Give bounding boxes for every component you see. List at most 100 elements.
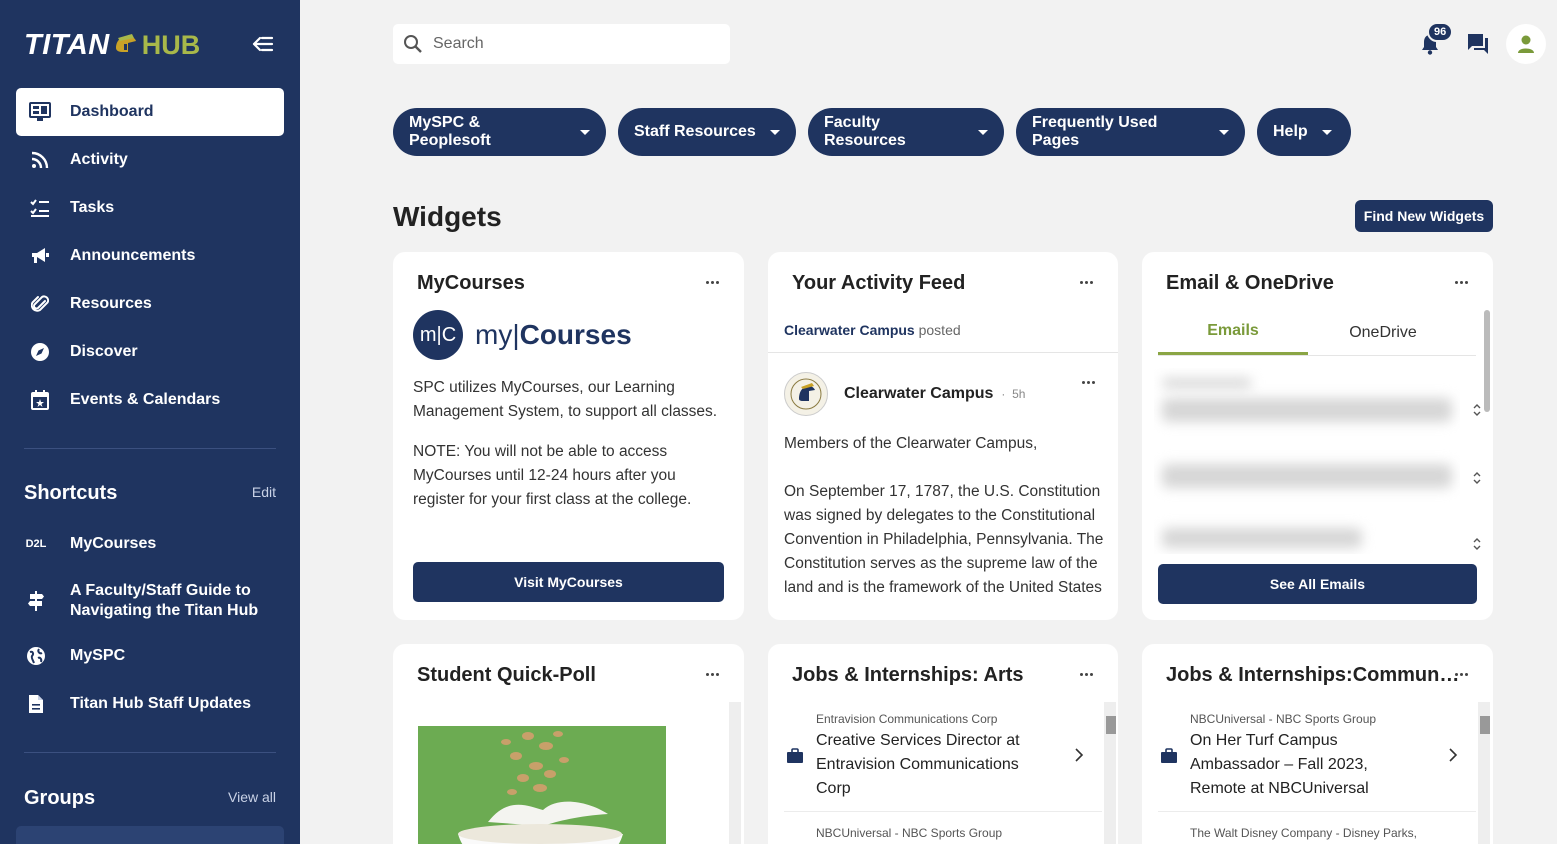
main-nav: Dashboard Activity Tasks Announcements R… bbox=[16, 88, 284, 424]
widget-title: Jobs & Internships: Arts bbox=[792, 664, 1024, 686]
caret-down-icon bbox=[978, 129, 988, 135]
caret-down-icon bbox=[1321, 129, 1332, 135]
sidebar-divider bbox=[24, 752, 276, 753]
nav-item-discover[interactable]: Discover bbox=[16, 328, 284, 376]
titan-hub-logo[interactable]: TITAN HUB bbox=[24, 28, 200, 62]
scroll-thumb[interactable] bbox=[1480, 716, 1490, 734]
menu-staff-resources[interactable]: Staff Resources bbox=[618, 108, 796, 156]
tab-emails[interactable]: Emails bbox=[1158, 310, 1308, 355]
post-body: Members of the Clearwater Campus, On Sep… bbox=[784, 432, 1106, 600]
job-title: Creative Services Director at Entravisio… bbox=[816, 732, 1020, 797]
menu-label: Frequently Used Pages bbox=[1032, 114, 1158, 149]
menu-label: Staff Resources bbox=[634, 123, 756, 140]
post-author-name[interactable]: Clearwater Campus bbox=[844, 385, 993, 403]
nav-label: Resources bbox=[70, 295, 152, 312]
rss-icon bbox=[28, 148, 52, 172]
sidebar-divider bbox=[24, 448, 276, 449]
nav-label: Activity bbox=[70, 151, 128, 168]
poll-image-cereal bbox=[418, 726, 666, 844]
document-icon bbox=[24, 692, 48, 716]
compass-icon bbox=[28, 340, 52, 364]
shortcut-myspc[interactable]: MySPC bbox=[24, 644, 284, 668]
dashboard-icon bbox=[28, 100, 52, 124]
nav-item-tasks[interactable]: Tasks bbox=[16, 184, 284, 232]
caret-down-icon bbox=[1219, 129, 1229, 135]
widget-title: MyCourses bbox=[417, 272, 525, 294]
widget-title: Student Quick-Poll bbox=[417, 664, 596, 686]
tab-onedrive[interactable]: OneDrive bbox=[1308, 310, 1458, 355]
campus-seal-avatar[interactable] bbox=[784, 372, 828, 416]
logo-titan-text: TITAN bbox=[24, 28, 110, 61]
nav-label: Discover bbox=[70, 343, 138, 360]
mycourses-description: SPC utilizes MyCourses, our Learning Man… bbox=[413, 379, 718, 420]
user-avatar[interactable] bbox=[1506, 24, 1546, 64]
nav-item-dashboard[interactable]: Dashboard bbox=[16, 88, 284, 136]
post-time-value: 5h bbox=[1012, 387, 1026, 401]
chevron-right-icon bbox=[1449, 748, 1458, 762]
post-options-icon[interactable] bbox=[1076, 374, 1100, 390]
see-all-emails-button[interactable]: See All Emails bbox=[1158, 564, 1477, 604]
job-listing[interactable]: Entravision Communications Corp Creative… bbox=[784, 702, 1102, 812]
briefcase-icon bbox=[1161, 748, 1177, 763]
menu-myspc-peoplesoft[interactable]: MySPC & Peoplesoft bbox=[393, 108, 606, 156]
search-input[interactable] bbox=[433, 35, 703, 53]
menu-frequently-used-pages[interactable]: Frequently Used Pages bbox=[1016, 108, 1245, 156]
feed-post-header: Clearwater Campus posted bbox=[768, 308, 1118, 353]
d2l-icon: D2L bbox=[25, 538, 47, 550]
collapse-sidebar-icon[interactable] bbox=[252, 34, 274, 54]
sidebar: TITAN HUB Dashboard Activity Tasks Annou… bbox=[0, 0, 300, 844]
feed-header-author[interactable]: Clearwater Campus bbox=[784, 322, 915, 338]
more-options-icon[interactable] bbox=[1449, 666, 1473, 682]
more-options-icon[interactable] bbox=[1074, 274, 1098, 290]
expand-icon[interactable] bbox=[1472, 471, 1482, 485]
more-options-icon[interactable] bbox=[700, 666, 724, 682]
email-onedrive-widget: Email & OneDrive Emails OneDrive See All… bbox=[1142, 252, 1493, 620]
group-item[interactable] bbox=[16, 826, 284, 844]
more-options-icon[interactable] bbox=[1449, 274, 1473, 290]
job-listing[interactable]: NBCUniversal - NBC Sports Group On Her T… bbox=[1158, 702, 1476, 812]
shortcut-faculty-guide[interactable]: A Faculty/Staff Guide to Navigating the … bbox=[24, 580, 284, 622]
menu-faculty-resources[interactable]: Faculty Resources bbox=[808, 108, 1004, 156]
nav-item-activity[interactable]: Activity bbox=[16, 136, 284, 184]
shortcuts-edit-link[interactable]: Edit bbox=[252, 484, 276, 500]
megaphone-icon bbox=[28, 244, 52, 268]
shortcut-staff-updates[interactable]: Titan Hub Staff Updates bbox=[24, 692, 284, 716]
shortcut-label: MySPC bbox=[70, 647, 126, 664]
widgets-title: Widgets bbox=[393, 201, 502, 232]
expand-icon[interactable] bbox=[1472, 537, 1482, 551]
poll-scrollbar[interactable] bbox=[729, 702, 741, 844]
groups-view-all-link[interactable]: View all bbox=[228, 789, 276, 805]
nav-label: Dashboard bbox=[70, 103, 154, 120]
menu-help[interactable]: Help bbox=[1257, 108, 1351, 156]
groups-title: Groups bbox=[24, 787, 96, 809]
shortcuts-title: Shortcuts bbox=[24, 482, 118, 504]
visit-mycourses-button[interactable]: Visit MyCourses bbox=[413, 562, 724, 602]
mycourses-widget: MyCourses m|C my|Courses SPC utilizes My… bbox=[393, 252, 744, 620]
nav-item-announcements[interactable]: Announcements bbox=[16, 232, 284, 280]
nav-label: Announcements bbox=[70, 247, 196, 264]
nav-label: Events & Calendars bbox=[70, 391, 221, 408]
shortcut-label: MyCourses bbox=[70, 535, 157, 552]
job-company: NBCUniversal - NBC Sports Group bbox=[816, 826, 1003, 840]
nav-item-resources[interactable]: Resources bbox=[16, 280, 284, 328]
jobs-communications-widget: Jobs & Internships:Commun… NBCUniversal … bbox=[1142, 644, 1493, 844]
messages-button[interactable] bbox=[1458, 24, 1498, 64]
shortcut-label: A Faculty/Staff Guide to Navigating the … bbox=[70, 582, 259, 619]
expand-icon[interactable] bbox=[1472, 403, 1482, 417]
menu-label: Help bbox=[1273, 123, 1308, 140]
spartan-helmet-icon bbox=[115, 34, 136, 52]
post-time: · 5h bbox=[1001, 387, 1026, 401]
user-icon bbox=[1518, 35, 1534, 53]
job-company: NBCUniversal - NBC Sports Group bbox=[1190, 712, 1377, 726]
shortcut-mycourses[interactable]: D2L MyCourses bbox=[24, 532, 284, 556]
more-options-icon[interactable] bbox=[1074, 666, 1098, 682]
globe-icon bbox=[24, 644, 48, 668]
search-box[interactable] bbox=[393, 24, 730, 64]
email-scrollbar[interactable] bbox=[1484, 310, 1490, 412]
chevron-right-icon bbox=[1075, 748, 1084, 762]
notification-count-badge: 96 bbox=[1427, 22, 1454, 42]
more-options-icon[interactable] bbox=[700, 274, 724, 290]
nav-item-events[interactable]: Events & Calendars bbox=[16, 376, 284, 424]
find-new-widgets-button[interactable]: Find New Widgets bbox=[1355, 200, 1493, 232]
scroll-thumb[interactable] bbox=[1106, 716, 1116, 734]
